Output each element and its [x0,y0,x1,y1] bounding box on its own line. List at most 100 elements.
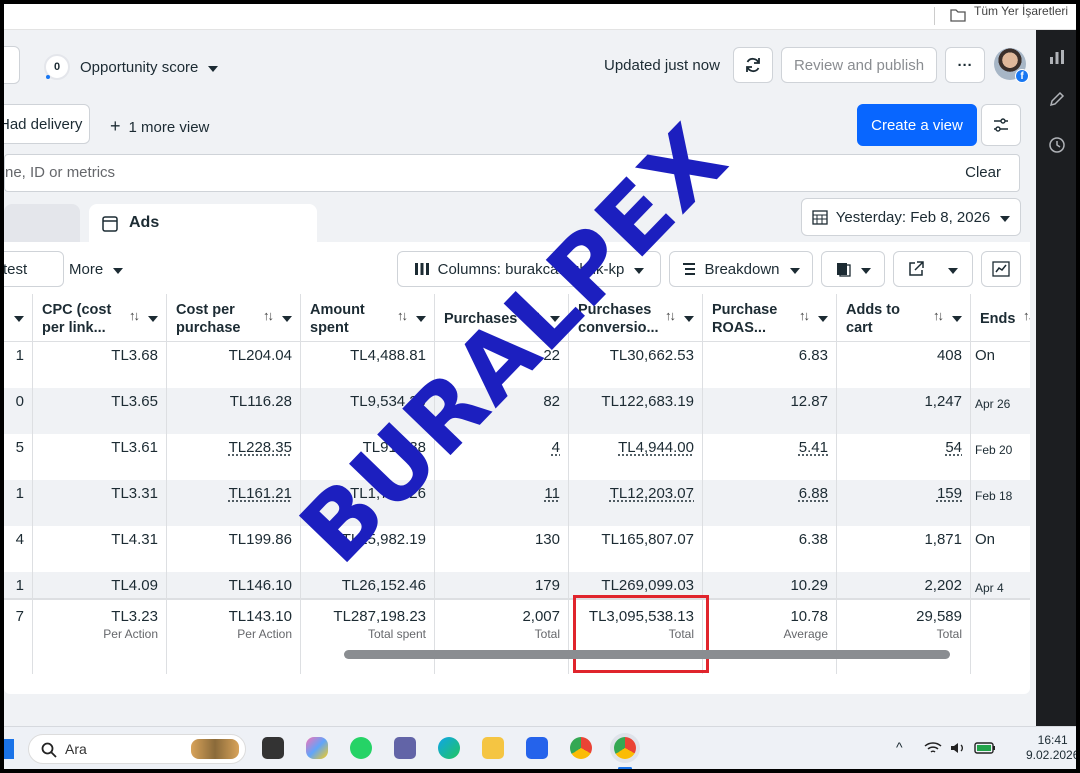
cell-cpc-value: TL3.68 [111,347,158,364]
cell-conv-value: TL30,662.53 [609,347,694,364]
cell-roas-value: 12.87 [790,393,828,410]
opportunity-score-dropdown[interactable]: Opportunity score [80,59,218,76]
date-range-picker[interactable]: Yesterday: Feb 8, 2026 [801,198,1021,236]
all-bookmarks-link[interactable]: Tüm Yer İşaretleri [974,4,1068,18]
store-icon[interactable] [526,737,548,759]
cell-atc-value: 2,202 [924,577,962,594]
calendar-icon [812,210,828,225]
cell-ends-value: Apr 4 [975,581,1004,595]
header-cpc[interactable]: CPC (cost per link... ↑↓ [33,294,167,342]
cell-cpp-value: TL199.86 [228,531,292,548]
had-delivery-view[interactable]: Had delivery [4,104,90,144]
cell-ends-value: Feb 20 [975,443,1013,457]
teams-icon[interactable] [394,737,416,759]
date-range-text: Yesterday: Feb 8, 2026 [835,208,991,226]
file-explorer-icon[interactable] [482,737,504,759]
header-amount-spent[interactable]: Amount spent ↑↓ [301,294,435,342]
breakdown-dropdown[interactable]: Breakdown [669,251,813,287]
cell-cpp-value: TL146.10 [228,577,292,594]
table-row[interactable]: 4 TL4.31 TL199.86 TL25,982.19 130 TL165,807.0… [4,526,1030,572]
left-partial-button[interactable] [4,46,20,84]
chevron-up-icon[interactable]: ^ [896,739,903,755]
horizontal-scrollbar[interactable] [344,650,950,659]
more-view-button[interactable]: +1 more view [110,116,209,137]
totals-cpc-value: TL3.23 [111,608,158,625]
cell-cpp: TL199.86 [167,526,301,572]
cell-edge: 1 [4,342,33,388]
cell-edge-value: 1 [15,577,24,594]
cell-cpc: TL3.65 [33,388,167,434]
whatsapp-icon[interactable] [350,737,372,759]
reports-dropdown[interactable] [821,251,885,287]
clock[interactable]: 16:41 9.02.2026 [1026,733,1076,763]
tab-adsets[interactable] [4,204,80,246]
sort-icon: ↑↓ [665,308,676,323]
task-view-icon[interactable] [262,737,284,759]
customize-button[interactable] [981,104,1021,146]
chrome-profile-icon[interactable] [614,737,636,759]
opportunity-score-badge[interactable]: 0 [44,54,70,80]
cell-ends-value: Apr 26 [975,397,1011,411]
refresh-button[interactable] [733,47,773,83]
header-roas-label: Purchase ROAS... [712,302,778,336]
clock-icon[interactable] [1048,136,1066,154]
cell-conv: TL4,944.00 [569,434,703,480]
more-options-button[interactable]: ··· [945,47,985,83]
cell-conv: TL122,683.19 [569,388,703,434]
cell-edge-value: 0 [15,393,24,410]
cell-cpc-value: TL3.31 [111,485,158,502]
avatar[interactable]: f [994,48,1029,83]
cell-purchases: 130 [435,526,569,572]
bar-chart-icon[interactable] [1048,48,1066,66]
header-edge[interactable] [4,294,33,342]
battery-icon[interactable] [974,741,996,755]
table-row[interactable]: 1 TL3.31 TL161.21 TL1,773.26 11 TL12,203.07 6.… [4,480,1030,526]
cell-roas: 6.38 [703,526,837,572]
export-caret [938,261,958,278]
tab-ads[interactable]: Ads [89,204,317,246]
more-toolbar-dropdown[interactable]: More [69,261,123,278]
review-and-publish-button[interactable]: Review and publish [781,47,937,83]
volume-icon[interactable] [950,741,966,755]
totals-roas-value: 10.78 [790,608,828,625]
search-input[interactable]: ne, ID or metrics Clear [4,154,1020,192]
cell-conv-value: TL12,203.07 [609,485,694,502]
copilot-icon[interactable] [306,737,328,759]
cell-atc: 408 [837,342,971,388]
cell-atc-value: 54 [945,439,962,456]
totals-row: 7 TL3.23 Per Action TL143.10 Per Action TL… [4,598,1030,674]
header-cost-per-purchase[interactable]: Cost per purchase ↑↓ [167,294,301,342]
ab-test-button[interactable]: test [4,251,64,287]
cell-roas-value: 6.88 [798,485,828,502]
taskbar-search[interactable]: Ara [28,734,246,764]
had-delivery-label: Had delivery [4,115,83,133]
chrome-icon[interactable] [570,737,592,759]
cell-spent-value: TL4,488.81 [350,347,426,364]
header-ends[interactable]: Ends ↑↓ [971,294,1030,342]
chevron-down-icon [818,316,828,322]
clock-time: 16:41 [1037,733,1068,747]
cell-cpc-value: TL3.61 [111,439,158,456]
export-dropdown[interactable] [893,251,973,287]
cell-conv-value: TL4,944.00 [618,439,694,456]
folder-icon[interactable] [950,8,966,22]
table-row[interactable]: 5 TL3.61 TL228.35 TL913.38 4 TL4,944.00 5.41 54… [4,434,1030,480]
cell-ends: On [971,342,1030,388]
charts-button[interactable] [981,251,1021,287]
wifi-icon[interactable] [924,741,942,755]
top-bar: 0 Opportunity score Updated just now Rev… [4,30,1036,96]
cell-cpp-value: TL204.04 [228,347,292,364]
clear-search-button[interactable]: Clear [965,164,1001,181]
sliders-icon [994,118,1008,132]
cell-atc: 1,871 [837,526,971,572]
active-app-indicator [618,767,632,769]
edge-icon[interactable] [438,737,460,759]
cell-ends: Apr 26 [971,388,1030,434]
pencil-icon[interactable] [1048,90,1066,108]
cell-ends-value: Feb 18 [975,489,1013,503]
bookmarks-divider [934,7,935,25]
start-icon[interactable] [4,739,14,759]
create-view-button[interactable]: Create a view [857,104,977,146]
header-purchase-roas[interactable]: Purchase ROAS... ↑↓ [703,294,837,342]
header-adds-to-cart[interactable]: Adds to cart ↑↓ [837,294,971,342]
